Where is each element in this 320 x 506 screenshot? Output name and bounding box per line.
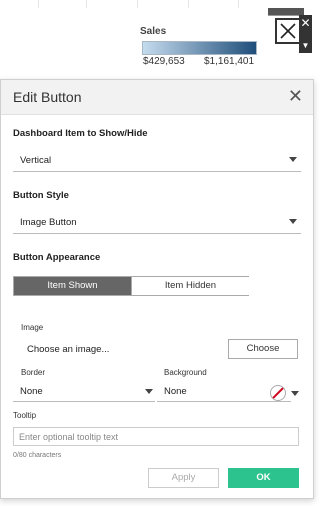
dialog-header: Edit Button ✕ [1,80,313,115]
legend-title: Sales [140,26,167,37]
appearance-section-label: Button Appearance [13,252,101,263]
border-select[interactable]: None [13,383,155,402]
ok-button[interactable]: OK [228,468,299,488]
chevron-down-icon [289,157,297,162]
border-label: Border [21,368,46,377]
border-value: None [20,386,43,397]
chevron-down-icon [145,389,153,394]
edit-button-dialog: Edit Button ✕ Dashboard Item to Show/Hid… [0,79,314,499]
close-icon[interactable]: ✕ [288,86,303,106]
sales-legend: Sales $429,653 $1,161,401 [140,26,260,70]
tooltip-input[interactable] [13,427,299,446]
tooltip-char-count: 0/80 characters [13,452,62,459]
object-toolbar: ✕ ▼ [299,15,312,53]
more-options-icon[interactable]: ▼ [299,41,312,50]
no-color-swatch-icon[interactable] [270,385,286,401]
show-hide-image-button[interactable] [275,18,301,44]
floating-show-hide-button[interactable]: ✕ ▼ [268,8,312,53]
legend-min-value: $429,653 [143,56,185,67]
remove-icon[interactable]: ✕ [299,17,312,29]
image-filename: Choose an image... [27,344,110,355]
close-image-icon [280,23,296,39]
button-style-select[interactable]: Image Button [13,213,301,234]
dashboard-item-value: Vertical [20,155,52,166]
tab-item-shown[interactable]: Item Shown [14,277,131,295]
image-label: Image [21,323,44,332]
chevron-down-icon [289,219,297,224]
appearance-toggle: Item Shown Item Hidden [13,276,249,296]
background-value: None [164,386,187,397]
item-section-label: Dashboard Item to Show/Hide [13,128,148,139]
button-style-value: Image Button [20,217,77,228]
style-section-label: Button Style [13,190,69,201]
legend-max-value: $1,161,401 [204,56,255,67]
tooltip-label: Tooltip [13,411,37,420]
tab-item-hidden[interactable]: Item Hidden [131,277,249,295]
legend-color-ramp [142,41,257,55]
dashboard-grid [0,0,314,10]
background-label: Background [164,368,207,377]
chevron-down-icon[interactable] [291,391,299,396]
dialog-title: Edit Button [13,89,82,105]
apply-button[interactable]: Apply [148,468,219,488]
dashboard-item-select[interactable]: Vertical [13,151,301,172]
choose-image-button[interactable]: Choose [228,339,298,359]
